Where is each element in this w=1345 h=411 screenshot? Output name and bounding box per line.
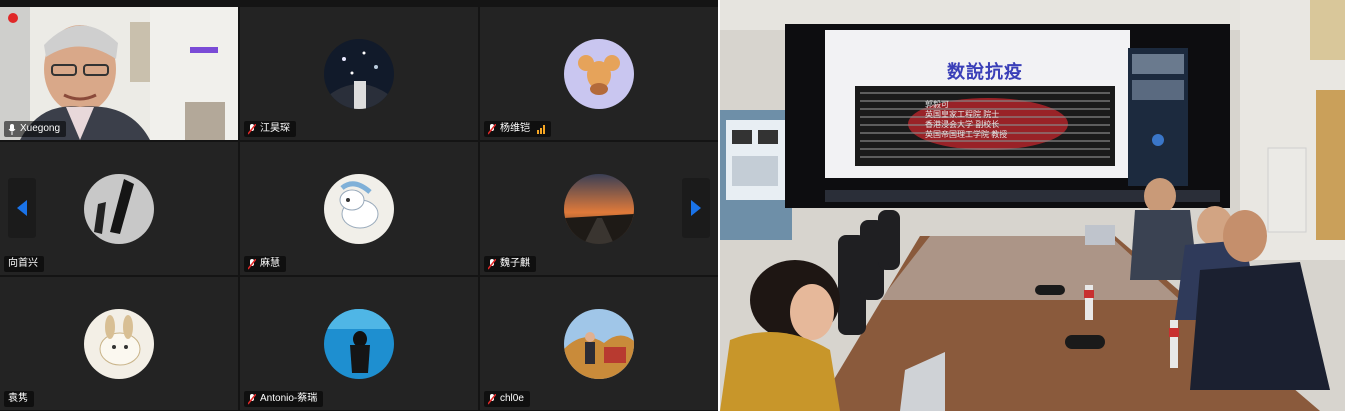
avatar bbox=[84, 308, 154, 379]
avatar bbox=[324, 308, 394, 379]
participant-name-tag: Antonio-蔡瑞 bbox=[244, 391, 324, 407]
microphone-muted-icon bbox=[488, 258, 496, 269]
participant-name-tag: 魏子麒 bbox=[484, 256, 536, 272]
avatar bbox=[84, 173, 154, 244]
next-page-button[interactable] bbox=[682, 178, 710, 238]
microphone-muted-icon bbox=[488, 123, 496, 134]
slide-text: 郭毅可 英国皇家工程院 院士 香港浸会大学 副校长 英国帝国理工学院 教授 bbox=[925, 100, 1008, 139]
participant-name-tag: chl0e bbox=[484, 391, 530, 407]
microphone-muted-icon bbox=[248, 393, 256, 404]
participant-name-tag: 向首兴 bbox=[4, 256, 44, 272]
microphone-muted-icon bbox=[248, 258, 256, 269]
microphone-muted-icon bbox=[488, 393, 496, 404]
video-gallery: Xuegong 江昊琛 杨维铠 向首兴 麻慧 魏子麒 袁隽 Antonio-蔡瑞… bbox=[0, 0, 718, 411]
avatar bbox=[564, 308, 634, 379]
meeting-room-photo: 数說抗疫 郭毅可 英国皇家工程院 院士 香港浸会大学 副校长 英国帝国理工学院 … bbox=[720, 0, 1345, 411]
participant-name-tag: Xuegong bbox=[4, 121, 67, 137]
participant-tile-yang[interactable]: 杨维铠 bbox=[480, 7, 718, 140]
microphone-icon bbox=[8, 123, 16, 135]
slide-title: 数說抗疫 bbox=[947, 62, 1023, 82]
participant-name-tag: 杨维铠 bbox=[484, 121, 551, 137]
participant-tile-antonio[interactable]: Antonio-蔡瑞 bbox=[240, 277, 478, 410]
chevron-right-icon bbox=[691, 200, 701, 216]
previous-page-button[interactable] bbox=[8, 178, 36, 238]
avatar bbox=[324, 38, 394, 109]
avatar bbox=[564, 38, 634, 109]
participant-tile-xuegong[interactable]: Xuegong bbox=[0, 7, 238, 140]
microphone-muted-icon bbox=[248, 123, 256, 134]
participant-name-tag: 麻慧 bbox=[244, 256, 286, 272]
participant-tile-ma[interactable]: 麻慧 bbox=[240, 142, 478, 275]
participant-name-tag: 江昊琛 bbox=[244, 121, 296, 137]
signal-strength-icon bbox=[537, 124, 545, 134]
avatar bbox=[564, 173, 634, 244]
participant-name-tag: 袁隽 bbox=[4, 391, 34, 407]
participant-tile-jiang[interactable]: 江昊琛 bbox=[240, 7, 478, 140]
avatar bbox=[324, 173, 394, 244]
participant-tile-yuan[interactable]: 袁隽 bbox=[0, 277, 238, 410]
participant-tile-chloe[interactable]: chl0e bbox=[480, 277, 718, 410]
chevron-left-icon bbox=[17, 200, 27, 216]
